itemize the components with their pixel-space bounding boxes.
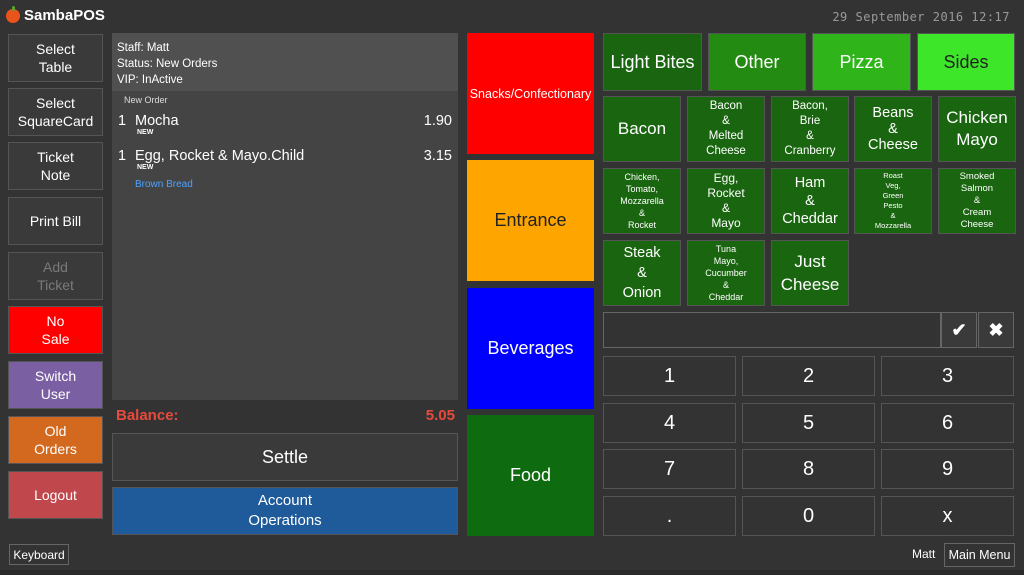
print-bill-button[interactable]: Print Bill <box>8 197 103 245</box>
numpad-key-2[interactable]: 2 <box>742 356 875 396</box>
date-time: 29 September 2016 12:17 <box>832 10 1010 24</box>
select-squarecard-button[interactable]: Select SquareCard <box>8 88 103 136</box>
product-tuna-mayo-cucumber-cheddar[interactable]: Tuna Mayo, Cucumber & Cheddar <box>687 240 765 306</box>
order-new-tag: NEW <box>137 129 154 136</box>
order-name: Egg, Rocket & Mayo.Child <box>135 148 305 164</box>
confirm-button[interactable]: ✔ <box>941 312 977 348</box>
order-line[interactable]: 1 Egg, Rocket & Mayo.Child 3.15 NEW Brow… <box>118 148 452 194</box>
main-menu-button[interactable]: Main Menu <box>944 543 1015 567</box>
balance-value: 5.05 <box>425 407 455 424</box>
category-food[interactable]: Food <box>467 415 594 536</box>
product-beans-cheese[interactable]: Beans & Cheese <box>854 96 932 162</box>
order-price: 3.15 <box>423 148 452 164</box>
ticket-section-label: New Order <box>124 95 168 105</box>
order-new-tag: NEW <box>137 164 154 171</box>
add-ticket-button[interactable]: Add Ticket <box>8 252 103 300</box>
clear-button[interactable]: ✖ <box>978 312 1014 348</box>
category-beverages[interactable]: Beverages <box>467 288 594 409</box>
numpad-key-3[interactable]: 3 <box>881 356 1014 396</box>
settle-button[interactable]: Settle <box>112 433 458 481</box>
group-light-bites[interactable]: Light Bites <box>603 33 702 91</box>
select-table-button[interactable]: Select Table <box>8 34 103 82</box>
order-line[interactable]: 1 Mocha 1.90 NEW <box>118 113 452 147</box>
order-name: Mocha <box>135 113 179 129</box>
ticket-panel: Staff: Matt Status: New Orders VIP: InAc… <box>112 33 458 400</box>
order-modifier: Brown Bread <box>135 179 193 190</box>
app-title: SambaPOS <box>24 7 105 24</box>
bottom-divider <box>0 570 1024 575</box>
numpad-key-7[interactable]: 7 <box>603 449 736 489</box>
group-other[interactable]: Other <box>708 33 806 91</box>
product-smoked-salmon-cream-cheese[interactable]: Smoked Salmon & Cream Cheese <box>938 168 1016 234</box>
ticket-staff: Staff: Matt <box>117 42 170 54</box>
product-roast-veg-green-pesto-mozzarella[interactable]: Roast Veg, Green Pesto & Mozzarella <box>854 168 932 234</box>
close-icon: ✖ <box>988 319 1004 340</box>
product-bacon[interactable]: Bacon <box>603 96 681 162</box>
product-steak-onion[interactable]: Steak & Onion <box>603 240 681 306</box>
check-icon: ✔ <box>951 319 967 340</box>
numpad-input[interactable] <box>603 312 941 348</box>
balance-label: Balance: <box>116 407 179 424</box>
account-operations-button[interactable]: Account Operations <box>112 487 458 535</box>
order-qty: 1 <box>118 113 127 129</box>
numpad-key-8[interactable]: 8 <box>742 449 875 489</box>
current-user-label: Matt <box>912 547 936 561</box>
ticket-status: Status: New Orders <box>117 58 218 70</box>
product-bacon-melted-cheese[interactable]: Bacon & Melted Cheese <box>687 96 765 162</box>
category-snacks-confectionary[interactable]: Snacks/Confectionary <box>467 33 594 154</box>
numpad-key-1[interactable]: 1 <box>603 356 736 396</box>
ticket-vip: VIP: InActive <box>117 74 183 86</box>
ticket-header: Staff: Matt Status: New Orders VIP: InAc… <box>112 33 458 91</box>
product-egg-rocket-mayo[interactable]: Egg, Rocket & Mayo <box>687 168 765 234</box>
app-logo: SambaPOS <box>6 5 105 24</box>
logout-button[interactable]: Logout <box>8 471 103 519</box>
numpad-key-dot[interactable]: . <box>603 496 736 536</box>
numpad-key-0[interactable]: 0 <box>742 496 875 536</box>
keyboard-button[interactable]: Keyboard <box>9 544 69 565</box>
old-orders-button[interactable]: Old Orders <box>8 416 103 464</box>
no-sale-button[interactable]: No Sale <box>8 306 103 354</box>
group-pizza[interactable]: Pizza <box>812 33 911 91</box>
numpad-key-5[interactable]: 5 <box>742 403 875 443</box>
samba-logo-icon <box>6 5 20 23</box>
numpad-key-9[interactable]: 9 <box>881 449 1014 489</box>
numpad-key-x[interactable]: x <box>881 496 1014 536</box>
product-chicken-tomato-mozzarella-rocket[interactable]: Chicken, Tomato, Mozzarella & Rocket <box>603 168 681 234</box>
numpad-key-6[interactable]: 6 <box>881 403 1014 443</box>
product-bacon-brie-cranberry[interactable]: Bacon, Brie & Cranberry <box>771 96 849 162</box>
category-entrance[interactable]: Entrance <box>467 160 594 281</box>
switch-user-button[interactable]: Switch User <box>8 361 103 409</box>
product-just-cheese[interactable]: Just Cheese <box>771 240 849 306</box>
numpad-key-4[interactable]: 4 <box>603 403 736 443</box>
ticket-note-button[interactable]: Ticket Note <box>8 142 103 190</box>
group-sides[interactable]: Sides <box>917 33 1015 91</box>
order-qty: 1 <box>118 148 127 164</box>
product-ham-cheddar[interactable]: Ham & Cheddar <box>771 168 849 234</box>
product-chicken-mayo[interactable]: Chicken Mayo <box>938 96 1016 162</box>
order-price: 1.90 <box>423 113 452 129</box>
